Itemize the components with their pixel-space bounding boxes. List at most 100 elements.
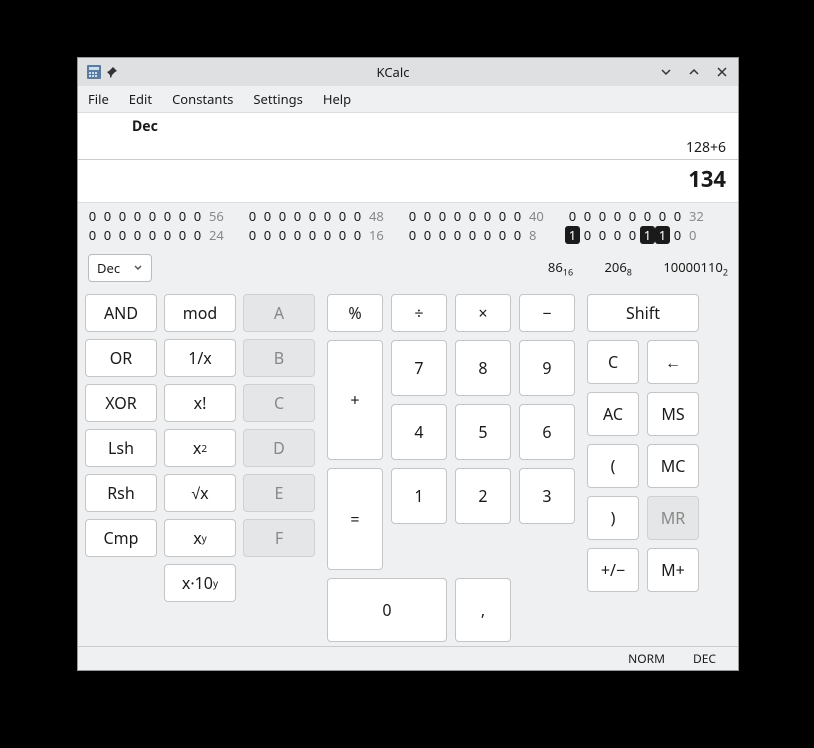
bit-cell[interactable]: 0 [595, 207, 610, 225]
bit-cell[interactable]: 0 [465, 207, 480, 225]
digit-2[interactable]: 2 [455, 468, 511, 524]
bit-cell[interactable]: 0 [610, 207, 625, 225]
ms-button[interactable]: MS [647, 392, 699, 436]
bit-cell[interactable]: 0 [100, 207, 115, 225]
bit-cell[interactable]: 0 [160, 226, 175, 244]
bit-cell[interactable]: 0 [465, 226, 480, 244]
bit-cell[interactable]: 0 [580, 207, 595, 225]
bit-cell[interactable]: 0 [130, 226, 145, 244]
bit-cell[interactable]: 0 [480, 207, 495, 225]
bit-cell[interactable]: 0 [510, 226, 525, 244]
bit-cell[interactable]: 0 [245, 226, 260, 244]
bit-cell[interactable]: 0 [290, 226, 305, 244]
mod-button[interactable]: mod [164, 294, 236, 332]
bit-cell[interactable]: 0 [435, 226, 450, 244]
base-dropdown[interactable]: Dec [88, 254, 152, 282]
close-button[interactable] [714, 64, 730, 80]
menu-help[interactable]: Help [323, 90, 351, 108]
bit-cell[interactable]: 0 [85, 207, 100, 225]
digit-1[interactable]: 1 [391, 468, 447, 524]
subtract-button[interactable]: − [519, 294, 575, 332]
add-button[interactable]: + [327, 340, 383, 460]
digit-0[interactable]: 0 [327, 578, 447, 642]
bit-cell[interactable]: 0 [245, 207, 260, 225]
divide-button[interactable]: ÷ [391, 294, 447, 332]
rparen-button[interactable]: ) [587, 496, 639, 540]
bit-cell[interactable]: 0 [565, 207, 580, 225]
bit-cell[interactable]: 0 [610, 226, 625, 244]
bit-cell[interactable]: 0 [480, 226, 495, 244]
lsh-button[interactable]: Lsh [85, 429, 157, 467]
bit-cell[interactable]: 0 [115, 207, 130, 225]
bit-cell[interactable]: 0 [450, 226, 465, 244]
digit-6[interactable]: 6 [519, 404, 575, 460]
allclear-button[interactable]: AC [587, 392, 639, 436]
bit-cell[interactable]: 1 [640, 226, 655, 244]
and-button[interactable]: AND [85, 294, 157, 332]
bit-cell[interactable]: 0 [670, 226, 685, 244]
bit-cell[interactable]: 0 [350, 207, 365, 225]
bit-cell[interactable]: 0 [145, 207, 160, 225]
digit-9[interactable]: 9 [519, 340, 575, 396]
digit-7[interactable]: 7 [391, 340, 447, 396]
xor-button[interactable]: XOR [85, 384, 157, 422]
bit-cell[interactable]: 0 [420, 207, 435, 225]
digit-4[interactable]: 4 [391, 404, 447, 460]
bit-cell[interactable]: 0 [190, 207, 205, 225]
reciprocal-button[interactable]: 1/x [164, 339, 236, 377]
menu-file[interactable]: File [88, 90, 109, 108]
pin-icon[interactable] [106, 64, 122, 80]
cmp-button[interactable]: Cmp [85, 519, 157, 557]
bit-cell[interactable]: 0 [305, 226, 320, 244]
bit-cell[interactable]: 1 [655, 226, 670, 244]
bit-cell[interactable]: 0 [320, 207, 335, 225]
percent-button[interactable]: % [327, 294, 383, 332]
bit-cell[interactable]: 0 [100, 226, 115, 244]
bit-cell[interactable]: 0 [580, 226, 595, 244]
bit-cell[interactable]: 0 [335, 207, 350, 225]
bit-cell[interactable]: 0 [305, 207, 320, 225]
bit-cell[interactable]: 0 [495, 207, 510, 225]
bit-cell[interactable]: 0 [625, 226, 640, 244]
bit-cell[interactable]: 0 [595, 226, 610, 244]
menu-edit[interactable]: Edit [129, 90, 152, 108]
bit-cell[interactable]: 1 [565, 226, 580, 244]
comma-button[interactable]: , [455, 578, 511, 642]
digit-8[interactable]: 8 [455, 340, 511, 396]
sqrt-button[interactable]: √x [164, 474, 236, 512]
bit-cell[interactable]: 0 [115, 226, 130, 244]
maximize-button[interactable] [686, 64, 702, 80]
bit-cell[interactable]: 0 [85, 226, 100, 244]
multiply-button[interactable]: × [455, 294, 511, 332]
mplus-button[interactable]: M+ [647, 548, 699, 592]
bit-cell[interactable]: 0 [175, 226, 190, 244]
minimize-button[interactable] [658, 64, 674, 80]
bit-cell[interactable]: 0 [655, 207, 670, 225]
shift-button[interactable]: Shift [587, 294, 699, 332]
bit-cell[interactable]: 0 [175, 207, 190, 225]
xy-button[interactable]: xy [164, 519, 236, 557]
bit-cell[interactable]: 0 [335, 226, 350, 244]
plusminus-button[interactable]: +/− [587, 548, 639, 592]
bit-cell[interactable]: 0 [260, 226, 275, 244]
clear-button[interactable]: C [587, 340, 639, 384]
bit-cell[interactable]: 0 [670, 207, 685, 225]
bit-cell[interactable]: 0 [320, 226, 335, 244]
or-button[interactable]: OR [85, 339, 157, 377]
rsh-button[interactable]: Rsh [85, 474, 157, 512]
bit-cell[interactable]: 0 [275, 207, 290, 225]
bit-cell[interactable]: 0 [130, 207, 145, 225]
bit-cell[interactable]: 0 [405, 207, 420, 225]
digit-5[interactable]: 5 [455, 404, 511, 460]
bit-cell[interactable]: 0 [145, 226, 160, 244]
menu-constants[interactable]: Constants [172, 90, 233, 108]
bit-cell[interactable]: 0 [450, 207, 465, 225]
bit-cell[interactable]: 0 [160, 207, 175, 225]
bit-cell[interactable]: 0 [640, 207, 655, 225]
lparen-button[interactable]: ( [587, 444, 639, 488]
menu-settings[interactable]: Settings [253, 90, 302, 108]
bit-cell[interactable]: 0 [190, 226, 205, 244]
mc-button[interactable]: MC [647, 444, 699, 488]
bit-cell[interactable]: 0 [420, 226, 435, 244]
bit-cell[interactable]: 0 [495, 226, 510, 244]
